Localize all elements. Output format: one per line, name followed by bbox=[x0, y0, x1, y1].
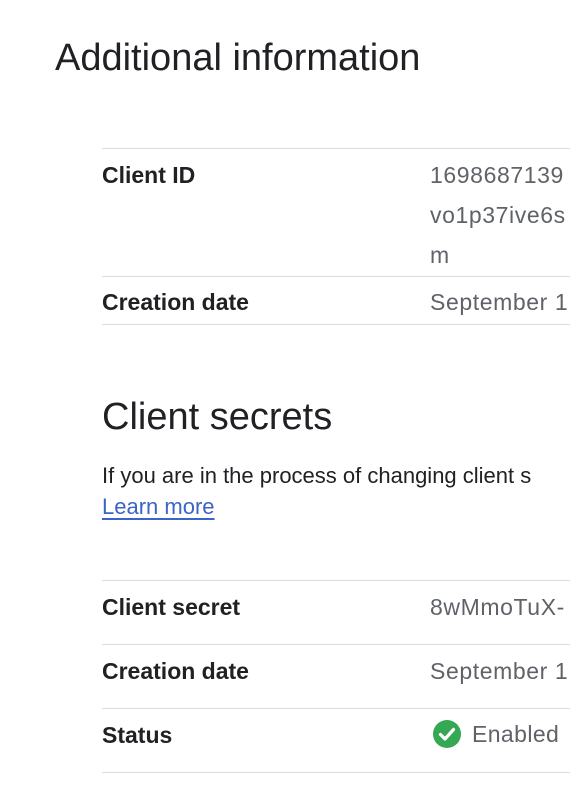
additional-information-title: Additional information bbox=[55, 37, 421, 79]
client-id-row: Client ID 1698687139 vo1p37ive6s m bbox=[102, 148, 570, 276]
client-secrets-title: Client secrets bbox=[102, 396, 333, 438]
additional-information-page: Additional information Client ID 1698687… bbox=[0, 0, 570, 800]
client-secret-label: Client secret bbox=[102, 594, 241, 620]
status-value: Enabled bbox=[472, 720, 560, 747]
client-secret-value[interactable]: 8wMmoTuX- bbox=[430, 594, 565, 621]
status-row: Status Enabled bbox=[102, 708, 570, 773]
status-indicator: Enabled bbox=[432, 719, 559, 749]
client-secrets-table: Client secret 8wMmoTuX- Creation date Se… bbox=[102, 580, 570, 773]
client-id-label: Client ID bbox=[102, 162, 196, 188]
status-label: Status bbox=[102, 722, 173, 748]
client-secrets-description: If you are in the process of changing cl… bbox=[102, 463, 532, 488]
creation-date-value: September 1 bbox=[430, 289, 569, 315]
secret-creation-date-value: September 1 bbox=[430, 658, 569, 684]
secret-creation-date-label: Creation date bbox=[102, 658, 249, 684]
creation-date-label: Creation date bbox=[102, 289, 249, 315]
client-info-table: Client ID 1698687139 vo1p37ive6s m Creat… bbox=[102, 148, 570, 325]
client-secret-row: Client secret 8wMmoTuX- bbox=[102, 580, 570, 644]
check-circle-icon bbox=[433, 720, 461, 748]
learn-more-link[interactable]: Learn more bbox=[102, 494, 215, 520]
creation-date-row: Creation date September 1 bbox=[102, 276, 570, 325]
secret-creation-date-row: Creation date September 1 bbox=[102, 644, 570, 708]
client-id-value[interactable]: 1698687139 vo1p37ive6s m bbox=[430, 155, 570, 275]
